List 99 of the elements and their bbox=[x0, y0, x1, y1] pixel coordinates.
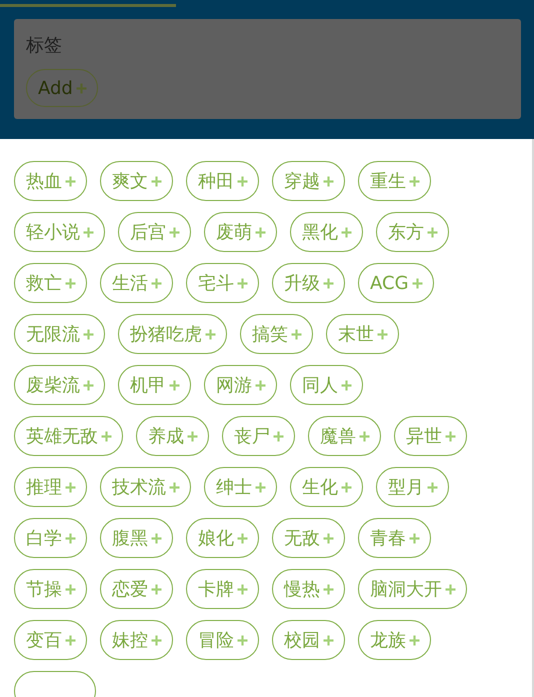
tag-chip[interactable]: 穿越 bbox=[272, 161, 345, 201]
tag-chip[interactable]: 变百 bbox=[14, 620, 87, 660]
plus-icon bbox=[101, 430, 112, 442]
tag-chip[interactable]: 黑化 bbox=[290, 212, 363, 252]
plus-icon bbox=[409, 176, 420, 186]
tag-chip[interactable]: 机甲 bbox=[118, 365, 191, 405]
tag-chip[interactable]: 宅斗 bbox=[186, 263, 259, 303]
tag-chip[interactable]: 丧尸 bbox=[222, 416, 295, 456]
tag-chip[interactable]: ACG bbox=[358, 263, 434, 303]
plus-icon bbox=[359, 430, 370, 442]
plus-icon bbox=[273, 430, 284, 442]
tag-chip[interactable]: 网游 bbox=[204, 365, 277, 405]
tag-chip[interactable]: 卡牌 bbox=[186, 569, 259, 609]
plus-icon bbox=[291, 328, 302, 340]
tag-chip[interactable]: 救亡 bbox=[14, 263, 87, 303]
plus-icon bbox=[65, 532, 76, 544]
plus-icon bbox=[187, 430, 198, 442]
tag-chip[interactable]: 青春 bbox=[358, 518, 431, 558]
card-title: 标签 bbox=[26, 34, 62, 57]
plus-icon bbox=[83, 380, 94, 390]
plus-icon bbox=[427, 482, 438, 492]
plus-icon bbox=[255, 482, 266, 492]
tag-chip[interactable]: 末世 bbox=[326, 314, 399, 354]
plus-icon bbox=[323, 634, 334, 646]
plus-icon bbox=[65, 176, 76, 186]
tag-chip[interactable]: 扮猪吃虎 bbox=[118, 314, 227, 354]
tag-chip[interactable]: 爽文 bbox=[100, 161, 173, 201]
tag-chip[interactable]: 无限流 bbox=[14, 314, 105, 354]
tag-chip[interactable]: 校园 bbox=[272, 620, 345, 660]
plus-icon bbox=[237, 634, 248, 646]
plus-icon bbox=[237, 584, 248, 594]
tag-chip[interactable]: 东方 bbox=[376, 212, 449, 252]
plus-icon bbox=[427, 226, 438, 238]
plus-icon bbox=[76, 82, 87, 94]
plus-icon bbox=[445, 584, 456, 594]
plus-icon bbox=[151, 584, 162, 594]
plus-icon bbox=[83, 328, 94, 340]
tag-chip[interactable]: 养成 bbox=[136, 416, 209, 456]
plus-icon bbox=[341, 482, 352, 492]
plus-icon bbox=[323, 176, 334, 186]
plus-icon bbox=[341, 226, 352, 238]
plus-icon bbox=[205, 328, 216, 340]
tag-chip[interactable]: 龙族 bbox=[358, 620, 431, 660]
tag-chip[interactable]: 异世 bbox=[394, 416, 467, 456]
plus-icon bbox=[237, 278, 248, 288]
plus-icon bbox=[409, 532, 420, 544]
plus-icon bbox=[323, 532, 334, 544]
plus-icon bbox=[151, 176, 162, 186]
tag-chip[interactable]: 重生 bbox=[358, 161, 431, 201]
plus-icon bbox=[237, 176, 248, 186]
tag-chip[interactable]: 腹黑 bbox=[100, 518, 173, 558]
tag-chip[interactable]: 升级 bbox=[272, 263, 345, 303]
plus-icon bbox=[83, 226, 94, 238]
plus-icon bbox=[65, 634, 76, 646]
tag-chip[interactable]: 热血 bbox=[14, 161, 87, 201]
add-button[interactable]: Add bbox=[26, 69, 98, 107]
plus-icon bbox=[255, 380, 266, 390]
plus-icon bbox=[151, 278, 162, 288]
plus-icon bbox=[412, 278, 423, 288]
plus-icon bbox=[169, 482, 180, 492]
tag-chip[interactable]: 废柴流 bbox=[14, 365, 105, 405]
tag-chip[interactable]: 轻小说 bbox=[14, 212, 105, 252]
tag-chip[interactable]: 废萌 bbox=[204, 212, 277, 252]
plus-icon bbox=[169, 380, 180, 390]
plus-icon bbox=[169, 226, 180, 238]
plus-icon bbox=[237, 532, 248, 544]
plus-icon bbox=[151, 532, 162, 544]
tag-chip[interactable]: 绅士 bbox=[204, 467, 277, 507]
plus-icon bbox=[65, 482, 76, 492]
plus-icon bbox=[255, 226, 266, 238]
tag-chip[interactable]: 节操 bbox=[14, 569, 87, 609]
tag-chip[interactable]: 妹控 bbox=[100, 620, 173, 660]
plus-icon bbox=[409, 634, 420, 646]
plus-icon bbox=[323, 584, 334, 594]
tag-chip[interactable]: 恋爱 bbox=[100, 569, 173, 609]
tag-chip[interactable]: 搞笑 bbox=[240, 314, 313, 354]
tag-chip[interactable]: 种田 bbox=[186, 161, 259, 201]
plus-icon bbox=[323, 278, 334, 288]
tag-chip[interactable]: 推理 bbox=[14, 467, 87, 507]
tag-chip[interactable]: 同人 bbox=[290, 365, 363, 405]
tag-chip[interactable]: 英雄无敌 bbox=[14, 416, 123, 456]
tag-chip[interactable]: 生活 bbox=[100, 263, 173, 303]
plus-icon bbox=[445, 430, 456, 442]
tag-chip[interactable]: 无敌 bbox=[272, 518, 345, 558]
tag-chip[interactable]: 技术流 bbox=[100, 467, 191, 507]
tag-chip[interactable]: 后宫 bbox=[118, 212, 191, 252]
tag-chip[interactable]: 生化 bbox=[290, 467, 363, 507]
tag-chip[interactable]: 白学 bbox=[14, 518, 87, 558]
tag-chip[interactable]: 娘化 bbox=[186, 518, 259, 558]
tag-chip[interactable]: 冒险 bbox=[186, 620, 259, 660]
tag-chip[interactable]: 型月 bbox=[376, 467, 449, 507]
plus-icon bbox=[151, 634, 162, 646]
plus-icon bbox=[341, 380, 352, 390]
plus-icon bbox=[65, 278, 76, 288]
plus-icon bbox=[377, 328, 388, 340]
tag-chip[interactable]: 魔兽 bbox=[308, 416, 381, 456]
tag-chip[interactable]: 脑洞大开 bbox=[358, 569, 467, 609]
tag-chip[interactable]: 慢热 bbox=[272, 569, 345, 609]
plus-icon bbox=[65, 584, 76, 594]
